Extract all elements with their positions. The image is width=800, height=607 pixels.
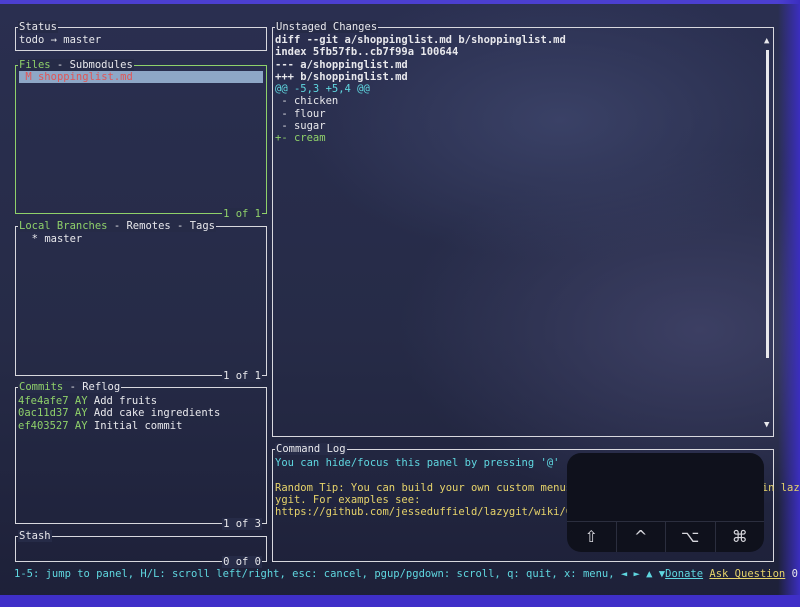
diff-header-line: diff --git a/shoppinglist.md b/shoppingl… — [275, 34, 566, 46]
diff-content: diff --git a/shoppinglist.md b/shoppingl… — [275, 34, 566, 145]
status-panel-title: Status — [18, 21, 58, 33]
commit-message: Add fruits — [93, 395, 158, 407]
commit-row[interactable]: 0ac11d37 AY Add cake ingredients — [18, 407, 220, 419]
status-line: todo → master — [19, 34, 101, 46]
diff-context-line: - sugar — [275, 120, 326, 133]
commit-message: Add cake ingredients — [93, 407, 221, 420]
shift-key-icon[interactable]: ⇧ — [567, 522, 616, 552]
scroll-down-arrow[interactable]: ▼ — [764, 421, 769, 430]
branches-panel[interactable]: Local Branches - Remotes - Tags * master… — [15, 220, 267, 382]
stash-panel-title: Stash — [18, 530, 52, 542]
tip-label: Random Tip: — [275, 481, 345, 494]
files-panel[interactable]: Files - Submodules M shoppinglist.md 1 o… — [15, 59, 267, 220]
version-label: 0.35 — [791, 568, 800, 580]
commits-panel[interactable]: Commits - Reflog 4fe4afe7 AY Add fruits … — [15, 381, 267, 530]
files-panel-title: Files - Submodules — [18, 59, 134, 71]
branch-row[interactable]: * master — [19, 233, 83, 245]
keybinding-help: 1-5: jump to panel, H/L: scroll left/rig… — [14, 568, 666, 580]
files-counter: 1 of 1 — [222, 208, 262, 220]
commit-row[interactable]: ef403527 AY Initial commit — [18, 420, 220, 432]
commit-author: AY — [74, 407, 88, 420]
commit-message: Initial commit — [93, 419, 183, 432]
scroll-thumb[interactable] — [766, 50, 769, 358]
diff-scrollbar[interactable]: ▲ ▼ — [763, 28, 773, 436]
commit-hash: 4fe4afe7 — [18, 395, 69, 407]
branch-name: master — [44, 233, 83, 245]
modifier-keys-overlay[interactable]: ⇧ ^ ⌥ ⌘ — [567, 453, 764, 552]
control-key-icon[interactable]: ^ — [615, 522, 666, 552]
tab-reflog[interactable]: - Reflog — [63, 381, 121, 393]
ask-question-link[interactable]: Ask Question — [709, 568, 785, 580]
status-panel[interactable]: Status todo → master — [15, 21, 267, 51]
stash-counter: 0 of 0 — [222, 556, 262, 568]
commit-hash: ef403527 — [18, 419, 69, 432]
file-row[interactable]: M shoppinglist.md — [19, 71, 263, 84]
diff-hunk-header: @@ -5,3 +5,4 @@ — [275, 83, 370, 96]
tab-files[interactable]: Files — [19, 59, 51, 71]
scroll-up-arrow[interactable]: ▲ — [764, 37, 769, 46]
commits-panel-title: Commits - Reflog — [18, 381, 122, 393]
branch-marker: * — [31, 233, 38, 245]
status-bar: 1-5: jump to panel, H/L: scroll left/rig… — [14, 568, 800, 580]
file-name: shoppinglist.md — [37, 71, 133, 83]
diff-added-line: +- cream — [275, 132, 326, 145]
repo-name: todo — [19, 34, 45, 46]
diff-context-line: - flour — [275, 107, 326, 120]
donate-link[interactable]: Donate — [665, 568, 703, 580]
commits-counter: 1 of 3 — [222, 518, 262, 530]
command-key-icon[interactable]: ⌘ — [714, 522, 765, 552]
command-log-title: Command Log — [275, 443, 347, 455]
tab-submodules[interactable]: Submodules — [70, 59, 133, 71]
commit-author: AY — [74, 395, 88, 407]
diff-context-line: - chicken — [275, 95, 339, 108]
stash-panel[interactable]: Stash 0 of 0 — [15, 530, 267, 568]
tab-separator: - — [50, 59, 70, 71]
unstaged-changes-panel[interactable]: Unstaged Changes diff --git a/shoppingli… — [272, 21, 774, 437]
diff-header-line: index 5fb57fb..cb7f99a 100644 — [275, 46, 459, 59]
branches-counter: 1 of 1 — [222, 370, 262, 382]
tab-local-branches[interactable]: Local Branches — [19, 220, 108, 232]
commit-hash: 0ac11d37 — [18, 407, 69, 420]
current-branch: master — [63, 34, 102, 46]
tab-remotes-tags[interactable]: - Remotes - Tags — [108, 220, 215, 232]
window-bottom-edge — [0, 595, 800, 607]
file-status: M — [25, 71, 32, 83]
commit-row[interactable]: 4fe4afe7 AY Add fruits — [18, 395, 220, 407]
branches-panel-title: Local Branches - Remotes - Tags — [18, 220, 216, 232]
diff-header-line: --- a/shoppinglist.md — [275, 58, 408, 71]
diff-header-line: +++ b/shoppinglist.md — [275, 70, 408, 83]
modifier-keys-row: ⇧ ^ ⌥ ⌘ — [567, 521, 764, 552]
window-top-edge — [0, 0, 800, 4]
diff-panel-title: Unstaged Changes — [275, 21, 379, 33]
tab-commits[interactable]: Commits — [19, 381, 63, 393]
option-key-icon[interactable]: ⌥ — [665, 522, 715, 552]
arrow-icon: → — [50, 34, 57, 46]
commit-author: AY — [74, 419, 88, 432]
